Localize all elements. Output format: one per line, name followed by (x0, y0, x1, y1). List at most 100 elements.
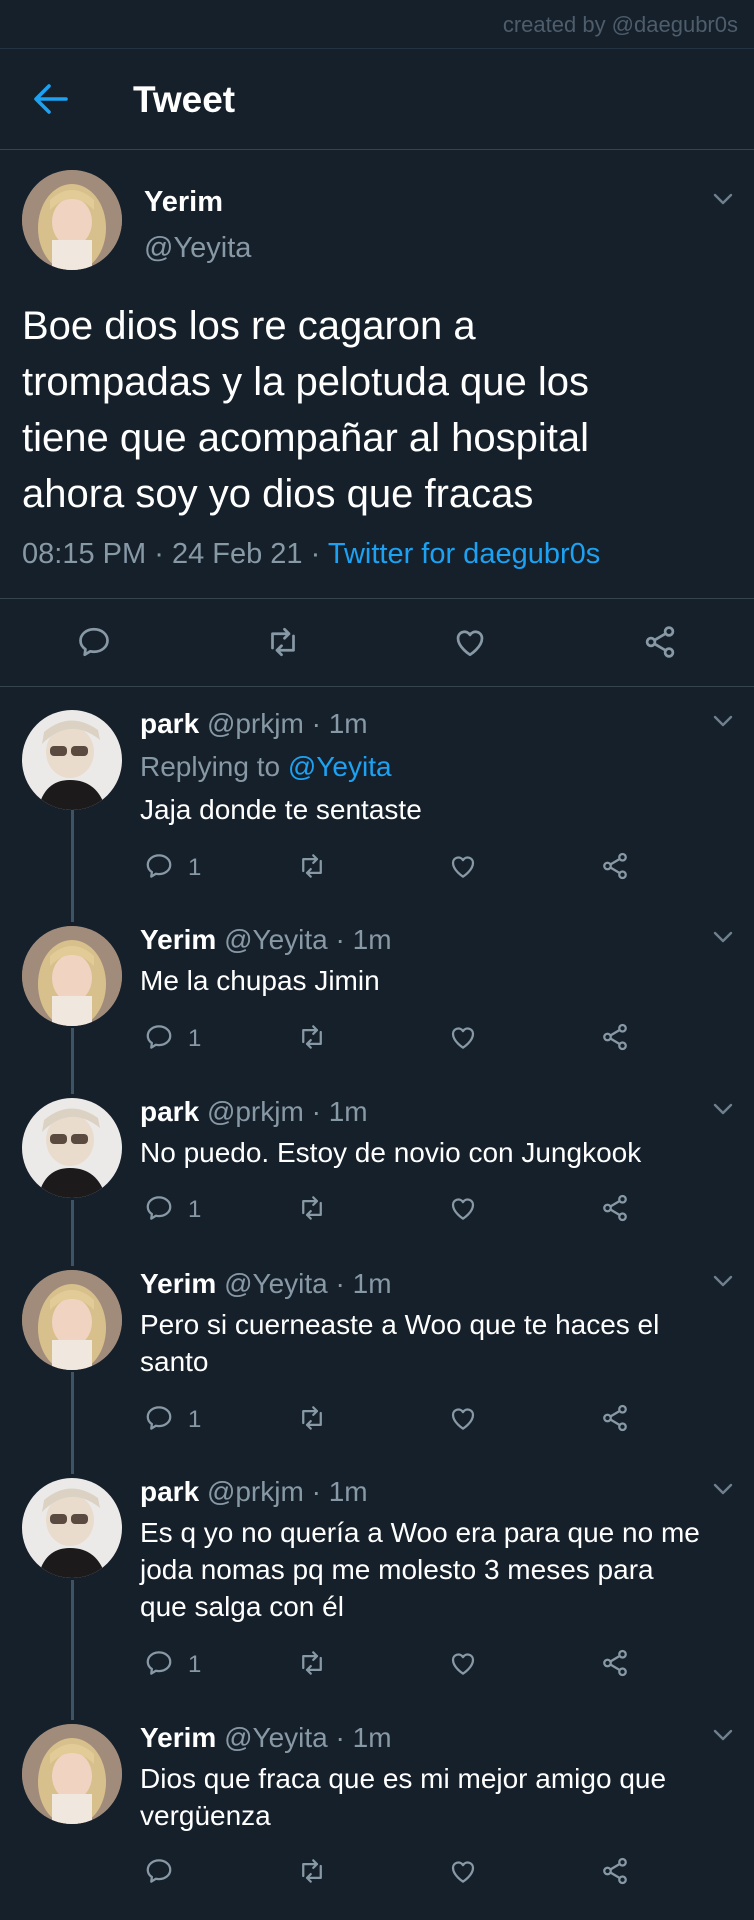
share-icon[interactable] (600, 1022, 630, 1052)
reply-text: No puedo. Estoy de novio con Jungkook (140, 1134, 730, 1171)
retweet-icon[interactable] (296, 851, 328, 881)
time-separator: · (311, 708, 321, 739)
author-name[interactable]: Yerim (140, 924, 216, 955)
tweet-source[interactable]: Twitter for daegubr0s (328, 538, 600, 570)
thread-line (71, 1200, 74, 1266)
author-handle: @prkjm (206, 1096, 304, 1127)
reply-header: Yerim @Yeyita · 1m (140, 1722, 392, 1754)
reply-line: Jaja donde te sentaste (140, 794, 422, 825)
avatar[interactable] (22, 1724, 122, 1824)
comment-icon[interactable] (144, 1193, 174, 1223)
replying-to: Replying to @Yeyita (140, 751, 392, 783)
tweet-time: 08:15 PM (22, 538, 147, 570)
retweet-icon[interactable] (296, 1648, 328, 1678)
retweet-icon[interactable] (296, 1022, 328, 1052)
chevron-down-icon[interactable] (712, 930, 734, 944)
reply-time: 1m (328, 1476, 368, 1507)
reply-header: park @prkjm · 1m (140, 1476, 368, 1508)
avatar[interactable] (22, 170, 122, 270)
comment-icon[interactable] (76, 624, 112, 660)
heart-icon[interactable] (448, 1403, 478, 1433)
reply-text: Jaja donde te sentaste (140, 791, 730, 828)
comment-icon[interactable] (144, 1856, 174, 1886)
retweet-icon[interactable] (296, 1856, 328, 1886)
time-separator: · (335, 1268, 345, 1299)
author-handle[interactable]: @Yeyita (144, 232, 251, 265)
tweet-line: tiene que acompañar al hospital (22, 416, 590, 460)
reply-count: 1 (188, 1196, 202, 1223)
reply-time: 1m (352, 1268, 392, 1299)
avatar[interactable] (22, 1270, 122, 1370)
share-icon[interactable] (600, 1403, 630, 1433)
author-name[interactable]: Yerim (144, 186, 223, 219)
reply-line: Me la chupas Jimin (140, 965, 380, 996)
chevron-down-icon[interactable] (712, 1728, 734, 1742)
author-name[interactable]: Yerim (140, 1268, 216, 1299)
divider (0, 686, 754, 687)
share-icon[interactable] (642, 624, 678, 660)
replying-label: Replying to (140, 751, 281, 782)
avatar[interactable] (22, 710, 122, 810)
page-title: Tweet (133, 79, 236, 120)
comment-icon[interactable] (144, 1403, 174, 1433)
share-icon[interactable] (600, 1648, 630, 1678)
reply-time: 1m (352, 1722, 392, 1753)
chevron-down-icon[interactable] (712, 192, 734, 206)
thread-line (71, 1028, 74, 1094)
thread-line (71, 1372, 74, 1474)
reply-count: 1 (188, 1406, 202, 1433)
time-separator: · (335, 1722, 345, 1753)
retweet-icon[interactable] (264, 624, 302, 660)
avatar[interactable] (22, 1478, 122, 1578)
creator-credit: created by @daegubr0s (502, 12, 738, 37)
thread-line (71, 1580, 74, 1720)
divider (0, 598, 754, 599)
author-name[interactable]: park (140, 1476, 199, 1507)
heart-icon[interactable] (448, 1856, 478, 1886)
reply-time: 1m (352, 924, 392, 955)
reply-line: que salga con él (140, 1591, 344, 1622)
reply-line: vergüenza (140, 1800, 271, 1831)
chevron-down-icon[interactable] (712, 1274, 734, 1288)
reply-count: 1 (188, 854, 202, 881)
arrow-left-icon[interactable] (30, 79, 72, 119)
heart-icon[interactable] (448, 1022, 478, 1052)
author-name[interactable]: park (140, 708, 199, 739)
heart-icon[interactable] (452, 624, 488, 660)
share-icon[interactable] (600, 851, 630, 881)
reply-line: Pero si cuerneaste a Woo que te haces el (140, 1309, 660, 1340)
reply-count: 1 (188, 1025, 202, 1052)
reply-line: No puedo. Estoy de novio con Jungkook (140, 1137, 642, 1168)
avatar[interactable] (22, 926, 122, 1026)
time-separator: · (311, 1096, 321, 1127)
comment-icon[interactable] (144, 851, 174, 881)
tweet-line: ahora soy yo dios que fracas (22, 472, 534, 516)
comment-icon[interactable] (144, 1022, 174, 1052)
author-name[interactable]: park (140, 1096, 199, 1127)
replying-handle[interactable]: @Yeyita (288, 751, 392, 782)
reply-line: Dios que fraca que es mi mejor amigo que (140, 1763, 667, 1794)
tweet-meta: 08:15 PM · 24 Feb 21 · Twitter for daegu… (22, 538, 600, 571)
chevron-down-icon[interactable] (712, 1482, 734, 1496)
heart-icon[interactable] (448, 1193, 478, 1223)
reply-text: Es q yo no quería a Woo era para que no … (140, 1514, 730, 1625)
reply-line: joda nomas pq me molesto 3 meses para (140, 1554, 654, 1585)
retweet-icon[interactable] (296, 1193, 328, 1223)
share-icon[interactable] (600, 1193, 630, 1223)
retweet-icon[interactable] (296, 1403, 328, 1433)
reply-time: 1m (328, 1096, 368, 1127)
author-handle: @Yeyita (224, 1722, 328, 1753)
share-icon[interactable] (600, 1856, 630, 1886)
time-separator: · (335, 924, 345, 955)
reply-line: santo (140, 1346, 209, 1377)
chevron-down-icon[interactable] (712, 714, 734, 728)
heart-icon[interactable] (448, 1648, 478, 1678)
chevron-down-icon[interactable] (712, 1102, 734, 1116)
avatar[interactable] (22, 1098, 122, 1198)
reply-line: Es q yo no quería a Woo era para que no … (140, 1517, 700, 1548)
author-name[interactable]: Yerim (140, 1722, 216, 1753)
comment-icon[interactable] (144, 1648, 174, 1678)
tweet-line: Boe dios los re cagaron a (22, 304, 476, 348)
heart-icon[interactable] (448, 851, 478, 881)
thread-line (71, 810, 74, 922)
